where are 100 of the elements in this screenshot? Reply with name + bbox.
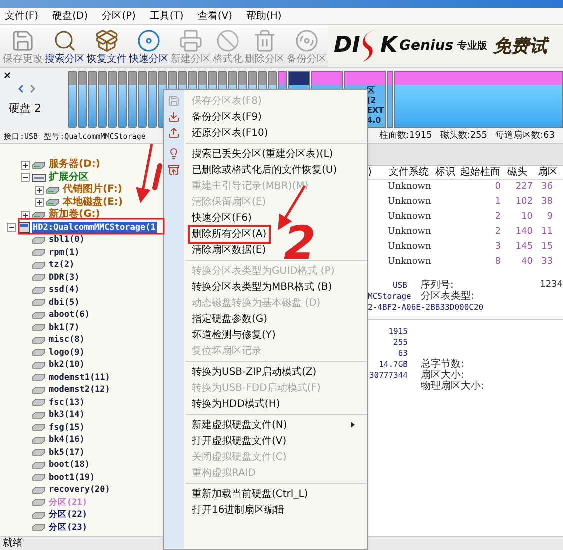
drive-icon bbox=[32, 474, 46, 482]
ban-icon bbox=[216, 29, 240, 53]
menu-item[interactable]: 转换分区表类型为MBR格式 (B) bbox=[164, 279, 367, 295]
tree-item[interactable]: rpm(1) bbox=[48, 246, 81, 259]
tree-item[interactable]: sbl1(0) bbox=[48, 234, 86, 246]
tree-item[interactable]: ssd(4) bbox=[48, 284, 81, 296]
drive-icon bbox=[46, 186, 60, 194]
tree-item[interactable]: 服务器(D:) bbox=[48, 159, 102, 172]
menu-item[interactable]: 坏道检测与修复(Y) bbox=[164, 327, 367, 343]
drive-icon bbox=[32, 462, 46, 469]
printer-icon bbox=[179, 29, 203, 53]
drive-icon bbox=[32, 162, 46, 169]
detail-value: 2-4BF2-A06E-2BB33D000C20 bbox=[368, 302, 484, 314]
detail-label: 扇区大小: bbox=[421, 368, 464, 381]
toolbar-button[interactable]: 恢复文件 bbox=[86, 29, 128, 66]
tree-item[interactable]: bk5(17) bbox=[48, 446, 86, 459]
menu-item[interactable]: 分区(P) bbox=[102, 8, 136, 24]
box-icon bbox=[168, 164, 180, 176]
close-icon[interactable] bbox=[3, 71, 12, 80]
detail-value: 1234 bbox=[540, 278, 563, 292]
box-icon bbox=[95, 29, 119, 53]
menu-item[interactable]: 查看(V) bbox=[198, 8, 232, 24]
tree-item[interactable]: logo(9) bbox=[48, 346, 86, 359]
detail-value: 63 bbox=[398, 348, 408, 360]
tree-item[interactable]: boot(18) bbox=[48, 459, 91, 472]
tree-item[interactable]: aboot(6) bbox=[48, 309, 91, 322]
tree-item[interactable]: fsc(13) bbox=[48, 396, 86, 409]
tree-item[interactable]: fsg(15) bbox=[48, 422, 86, 434]
table-cell-text: 2 bbox=[494, 226, 501, 239]
menu-item[interactable]: 帮助(H) bbox=[246, 8, 282, 24]
tree-item[interactable]: HD2:QualcommMMCStorage(1 bbox=[32, 222, 157, 234]
menu-item[interactable]: 已删除或格式化后的文件恢复(U) bbox=[164, 162, 367, 178]
tree-item[interactable]: bk3(14) bbox=[48, 409, 86, 422]
tree-toggle[interactable] bbox=[20, 173, 30, 182]
tree-item[interactable]: 分区(23) bbox=[48, 522, 88, 534]
table-cell-text: Unknown bbox=[386, 240, 432, 254]
column-header[interactable]: 磁头 bbox=[502, 165, 534, 180]
menu-item[interactable]: 备份分区表(F9) bbox=[164, 109, 367, 125]
drive-icon bbox=[32, 486, 46, 494]
menu-item[interactable]: 文件(F) bbox=[5, 8, 39, 24]
tree-item[interactable]: 代销图片(F:) bbox=[62, 184, 124, 196]
drive-icon bbox=[32, 324, 46, 332]
tree-item[interactable]: bk1(7) bbox=[48, 322, 81, 334]
tree-item[interactable]: 扩展分区 bbox=[48, 172, 90, 184]
detail-value: USB bbox=[392, 280, 408, 292]
table-cell-text: 8 bbox=[494, 256, 501, 269]
menu-item[interactable]: 转换为HDD模式(H) bbox=[164, 396, 367, 412]
menu-item[interactable]: 搜索已丢失分区(重建分区表)(L) bbox=[164, 146, 367, 162]
menu-item[interactable]: 打开16进制扇区编辑 bbox=[164, 502, 367, 518]
tree-item[interactable]: modemst2(12) bbox=[48, 384, 112, 396]
tree-toggle[interactable] bbox=[20, 160, 30, 170]
tree-item[interactable]: DDR(3) bbox=[48, 272, 81, 284]
menu-item[interactable]: 转换为USB-ZIP启动模式(Z) bbox=[164, 364, 367, 380]
table-cell-text: 11 bbox=[540, 226, 553, 239]
drive-icon bbox=[32, 374, 46, 382]
tree-item[interactable]: bk4(16) bbox=[48, 434, 86, 446]
disc-icon bbox=[137, 29, 161, 53]
tree-item[interactable]: 分区(22) bbox=[48, 509, 88, 522]
table-cell-text: 36 bbox=[540, 180, 553, 194]
table-cell-text: 2 bbox=[494, 210, 501, 224]
tree-item[interactable]: misc(8) bbox=[48, 334, 86, 346]
logo-banner: DI KGenius 专业版 免费试 bbox=[328, 25, 563, 67]
menu-item[interactable]: 硬盘(D) bbox=[52, 8, 88, 24]
detail-label: 总字节数: bbox=[421, 358, 464, 370]
tree-item[interactable]: 本地磁盘(E:) bbox=[62, 196, 124, 209]
save-icon bbox=[11, 29, 35, 53]
tree-item[interactable]: dbi(5) bbox=[48, 296, 81, 309]
menu-item[interactable]: 打开虚拟硬盘文件(V) bbox=[164, 433, 367, 449]
drive-icon bbox=[32, 424, 46, 432]
column-header[interactable]: 扇区 bbox=[533, 165, 563, 180]
menu-item[interactable]: 还原分区表(F10) bbox=[164, 125, 367, 141]
tree-item[interactable]: boot1(19) bbox=[48, 472, 96, 484]
detail-label: 物理扇区大小: bbox=[421, 380, 484, 394]
table-cell-text: 140 bbox=[514, 226, 533, 239]
tree-item[interactable]: 新加卷(G:) bbox=[48, 209, 102, 222]
tree-item[interactable]: recovery(20) bbox=[48, 484, 112, 496]
tree-item[interactable]: modemst1(11) bbox=[48, 372, 112, 384]
drive-icon bbox=[32, 262, 46, 269]
table-cell-text: Unknown bbox=[386, 226, 432, 239]
column-header[interactable]: ) bbox=[368, 165, 386, 180]
menu-item[interactable]: 工具(T) bbox=[150, 8, 184, 24]
tree-toggle[interactable] bbox=[20, 210, 30, 220]
disk-label: 硬盘 2 bbox=[9, 101, 42, 117]
drive-icon bbox=[32, 274, 46, 282]
column-header[interactable]: 起始柱面 bbox=[459, 165, 502, 180]
table-cell-text: 1 bbox=[494, 196, 501, 209]
menu-item[interactable]: 指定硬盘参数(G) bbox=[164, 311, 367, 327]
tree-toggle[interactable] bbox=[34, 198, 44, 208]
tree-toggle[interactable] bbox=[6, 223, 16, 232]
toolbar-button[interactable]: 快速分区 bbox=[128, 29, 170, 66]
table-cell-text: 40 bbox=[520, 256, 533, 269]
tree-item[interactable]: bk2(10) bbox=[48, 359, 86, 372]
tree-toggle[interactable] bbox=[34, 186, 44, 195]
menu-item[interactable]: 新建虚拟硬盘文件(N) bbox=[164, 417, 367, 433]
toolbar-button[interactable]: 搜索分区 bbox=[44, 29, 86, 66]
column-header[interactable]: 标识 bbox=[432, 165, 460, 180]
column-header[interactable]: 文件系统 bbox=[386, 165, 432, 180]
menu-item[interactable]: 重新加载当前硬盘(Ctrl_L) bbox=[164, 486, 367, 502]
tree-item[interactable]: tz(2) bbox=[48, 259, 76, 272]
drive-icon bbox=[32, 412, 46, 419]
